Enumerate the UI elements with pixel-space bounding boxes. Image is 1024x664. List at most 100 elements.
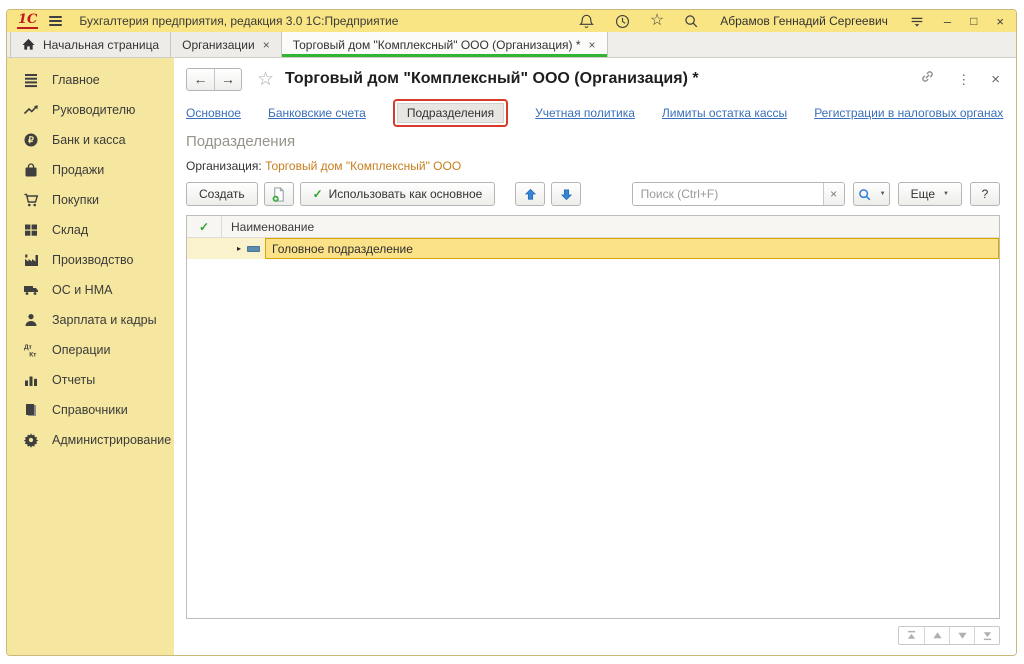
close-form-icon[interactable]: × [991,72,1000,87]
chevron-down-icon: ▼ [943,191,949,197]
clear-search-icon[interactable]: × [823,183,844,205]
form-title: Торговый дом "Комплексный" ООО (Организа… [285,70,699,88]
section-title: Подразделения [186,133,1000,150]
nav-link-osnovnoe[interactable]: Основное [186,106,241,120]
factory-icon [23,252,39,268]
advanced-search-button[interactable]: ▼ [853,182,890,206]
subdivision-item-icon [247,246,260,252]
favorites-star-icon[interactable]: ☆ [650,13,664,29]
more-actions-icon[interactable]: ⋮ [957,73,970,86]
sidebar-item-label: Покупки [52,193,99,207]
form-content: ← → ☆ Торговый дом "Комплексный" ООО (Ор… [174,58,1016,655]
list-body[interactable]: ▸ Головное подразделение [187,238,999,618]
search-icon [857,187,872,202]
bar-chart-icon [23,372,39,388]
row-name-cell[interactable]: Головное подразделение [265,238,999,259]
list-toolbar: Создать ✓ Использовать как основное [186,182,1000,206]
more-button[interactable]: Еще ▼ [898,182,962,206]
main-menu-icon[interactable] [49,16,62,26]
go-to-last-button[interactable] [974,627,999,644]
close-window-button[interactable]: × [996,15,1004,28]
tab-organizations[interactable]: Организации × [171,32,282,57]
triangle-up-bar-icon [905,630,918,641]
create-button[interactable]: Создать [186,182,258,206]
next-button[interactable] [949,627,974,644]
nav-link-registracii-v-nalogovyh[interactable]: Регистрации в налоговых органах [814,106,1003,120]
name-column-header[interactable]: Наименование [222,216,314,237]
sidebar-item-spravochniki[interactable]: Справочники [7,395,174,425]
create-group-button[interactable] [264,182,294,206]
sidebar-item-glavnoe[interactable]: Главное [7,65,174,95]
sidebar-item-sklad[interactable]: Склад [7,215,174,245]
sidebar-item-label: Производство [52,253,134,267]
history-icon[interactable] [614,13,631,30]
sidebar-item-rukovoditelyu[interactable]: Руководителю [7,95,174,125]
document-plus-icon [270,186,287,203]
subdivisions-list: ✓ Наименование ▸ Головное подразделение [186,215,1000,619]
sidebar-item-prodazhi[interactable]: Продажи [7,155,174,185]
minimize-button[interactable]: – [944,15,951,28]
sidebar-item-label: Отчеты [52,373,95,387]
red-annotation-box: Подразделения [393,99,508,127]
sidebar-item-administrirovanie[interactable]: Администрирование [7,425,174,455]
tab-organization-card[interactable]: Торговый дом "Комплексный" ООО (Организа… [282,32,608,57]
sidebar-item-label: Руководителю [52,103,135,117]
tab-close-icon[interactable]: × [589,39,596,51]
triangle-up-icon [931,630,944,641]
notifications-bell-icon[interactable] [578,13,595,30]
move-up-button[interactable] [515,182,545,206]
go-to-first-button[interactable] [899,627,924,644]
add-to-favorites-star-icon[interactable]: ☆ [257,70,274,89]
maximize-button[interactable]: □ [970,15,977,27]
sidebar-item-label: Склад [52,223,88,237]
current-user-name[interactable]: Абрамов Геннадий Сергеевич [720,14,888,28]
sidebar-item-otchety[interactable]: Отчеты [7,365,174,395]
sidebar-item-zarplata-i-kadry[interactable]: Зарплата и кадры [7,305,174,335]
sidebar-item-label: Зарплата и кадры [52,313,157,327]
app-window: 1С Бухгалтерия предприятия, редакция 3.0… [6,9,1017,656]
use-as-main-label: Использовать как основное [329,187,483,201]
nav-link-uchetnaya-politika[interactable]: Учетная политика [535,106,635,120]
back-button[interactable]: ← [187,69,214,90]
tab-home[interactable]: Начальная страница [10,32,171,57]
1c-logo-icon: 1С [17,13,38,29]
table-row[interactable]: ▸ Головное подразделение [187,238,999,259]
previous-button[interactable] [924,627,949,644]
nav-link-podrazdeleniya[interactable]: Подразделения [397,103,504,123]
main-flag-column-header[interactable]: ✓ [187,216,222,237]
sidebar-item-bank-i-kassa[interactable]: ₽ Банк и касса [7,125,174,155]
home-icon [22,38,35,51]
nav-link-limity-ostatka-kassy[interactable]: Лимиты остатка кассы [662,106,787,120]
search-input[interactable] [633,183,823,205]
form-header: ← → ☆ Торговый дом "Комплексный" ООО (Ор… [186,66,1000,92]
row-tree-indent: ▸ [222,238,265,259]
help-button[interactable]: ? [970,182,1000,206]
use-as-main-button[interactable]: ✓ Использовать как основное [300,182,496,206]
service-settings-menu-icon[interactable] [909,13,925,29]
chevron-down-icon: ▼ [880,191,886,197]
title-bar: 1С Бухгалтерия предприятия, редакция 3.0… [7,10,1016,32]
organization-label: Организация: [186,159,262,173]
shopping-bag-icon [23,162,39,178]
sidebar-item-operacii[interactable]: ДтКт Операции [7,335,174,365]
sidebar-item-proizvodstvo[interactable]: Производство [7,245,174,275]
row-main-flag-cell[interactable] [187,238,222,259]
sidebar-item-label: Главное [52,73,100,87]
person-icon [23,312,39,328]
global-search-icon[interactable] [683,13,699,29]
app-title: Бухгалтерия предприятия, редакция 3.0 1С… [79,14,398,28]
tab-label: Организации [182,38,255,52]
tab-label: Начальная страница [43,38,159,52]
move-down-button[interactable] [551,182,581,206]
expand-triangle-icon[interactable]: ▸ [237,245,241,253]
get-link-icon[interactable] [919,68,936,90]
organization-value-link[interactable]: Торговый дом "Комплексный" ООО [265,159,461,173]
tab-close-icon[interactable]: × [263,39,270,51]
organization-row: Организация: Торговый дом "Комплексный" … [186,159,1000,173]
sidebar-item-pokupki[interactable]: Покупки [7,185,174,215]
forward-button[interactable]: → [214,69,241,90]
list-header: ✓ Наименование [187,216,999,238]
sidebar-item-os-i-nma[interactable]: ОС и НМА [7,275,174,305]
nav-link-bankovskie-scheta[interactable]: Банковские счета [268,106,366,120]
menu-lines-icon [23,72,39,88]
